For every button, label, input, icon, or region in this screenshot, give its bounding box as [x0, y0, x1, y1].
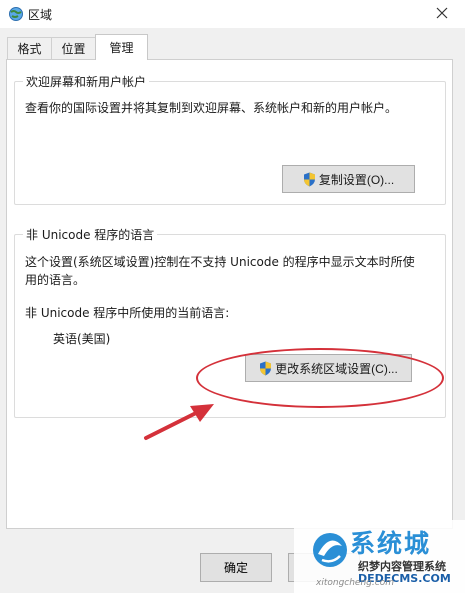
copy-settings-button[interactable]: 复制设置(O)... — [282, 165, 415, 193]
ok-button[interactable]: 确定 — [200, 553, 272, 582]
watermark-url: xitongcheng.com — [316, 578, 394, 588]
highlight-ellipse — [196, 348, 444, 408]
annotation-arrow-icon — [144, 404, 214, 440]
current-language-value: 英语(美国) — [53, 332, 111, 346]
welcome-group-legend: 欢迎屏幕和新用户帐户 — [26, 75, 147, 89]
welcome-description: 查看你的国际设置并将其复制到欢迎屏幕、系统帐户和新的用户帐户。 — [25, 101, 398, 115]
globe-icon — [8, 6, 24, 22]
title-bar: 区域 — [0, 0, 465, 28]
brand-logo-icon — [313, 533, 347, 567]
uac-shield-icon — [303, 172, 316, 187]
tab-location[interactable]: 位置 — [51, 37, 96, 59]
watermark: 系统城 织梦内容管理系统 DEDECMS.COM xitongcheng.com — [294, 520, 465, 593]
window-title: 区域 — [28, 8, 53, 22]
current-language-label: 非 Unicode 程序中所使用的当前语言: — [25, 306, 230, 320]
non-unicode-group-legend: 非 Unicode 程序的语言 — [26, 228, 155, 242]
non-unicode-description-line2: 用的语言。 — [25, 273, 86, 287]
non-unicode-description-line1: 这个设置(系统区域设置)控制在不支持 Unicode 的程序中显示文本时所使 — [25, 255, 415, 269]
tab-format[interactable]: 格式 — [7, 37, 52, 59]
close-icon — [436, 7, 448, 22]
watermark-brand: 系统城 — [350, 529, 432, 558]
close-button[interactable] — [419, 0, 465, 28]
tab-administrative[interactable]: 管理 — [95, 34, 148, 60]
